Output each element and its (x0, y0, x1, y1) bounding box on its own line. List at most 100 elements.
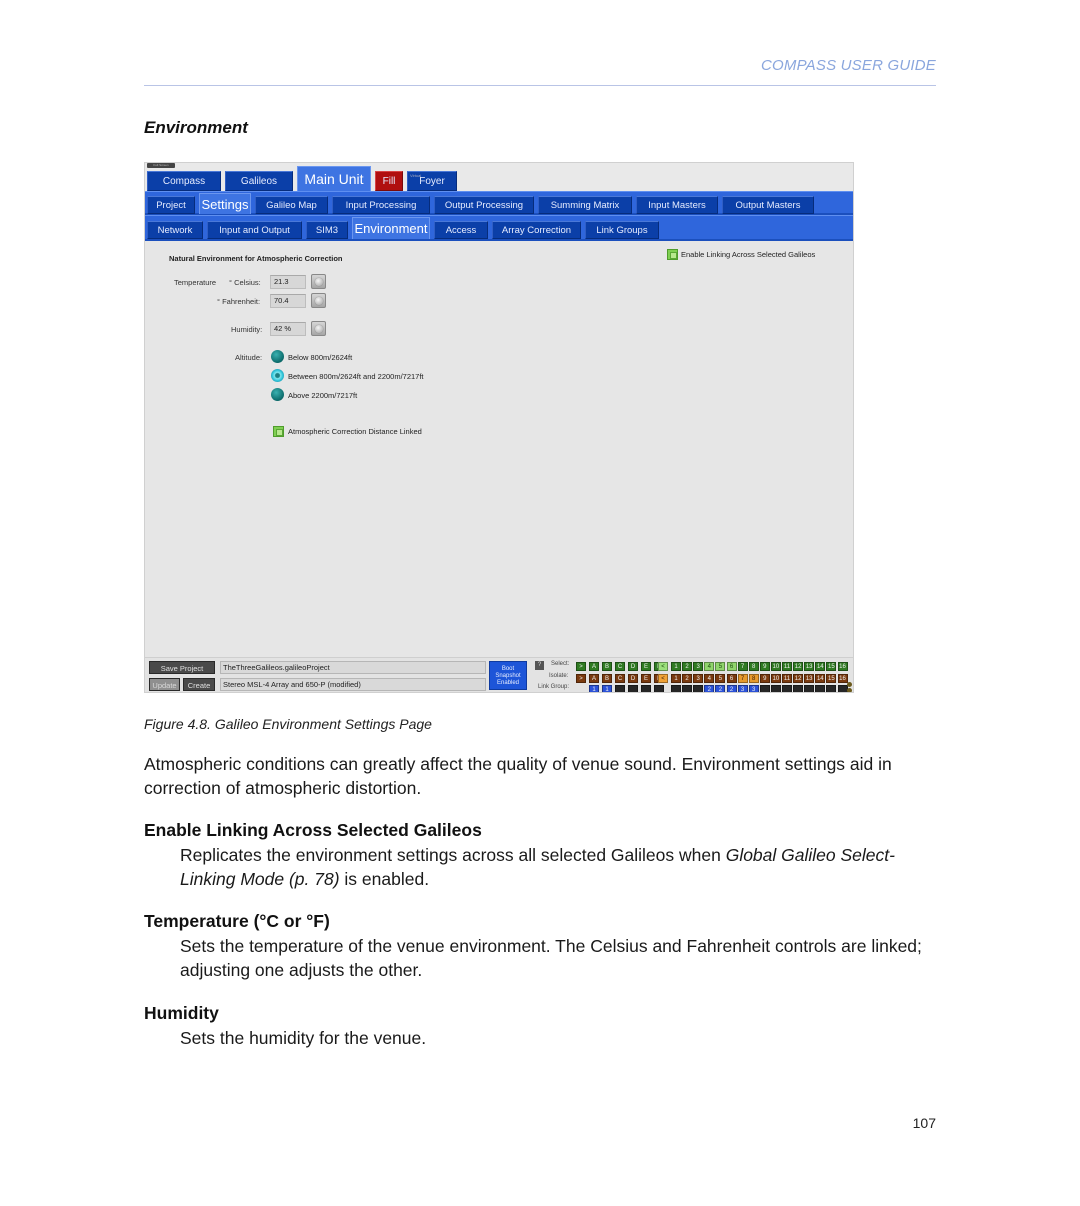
distance-linked-checkbox[interactable] (273, 426, 284, 437)
isolate-channel-10[interactable]: 10 (770, 674, 781, 683)
link-group-channel-2[interactable] (682, 685, 693, 692)
link-group-channel-7[interactable]: 3 (737, 685, 748, 692)
isolate-letters-next-button[interactable]: > (576, 674, 586, 683)
tab-foyer[interactable]: Virtual Foyer (407, 171, 457, 191)
link-group-channel-E[interactable] (641, 685, 651, 692)
tab-settings[interactable]: Settings (199, 193, 251, 214)
tab-sim3[interactable]: SIM3 (306, 221, 348, 239)
isolate-channel-6[interactable]: 6 (726, 674, 737, 683)
select-channel-16[interactable]: 16 (837, 662, 848, 671)
select-numbers-prev-button[interactable]: < (658, 662, 668, 671)
link-group-channel-10[interactable] (770, 685, 781, 692)
snapshot-name-field[interactable]: Stereo MSL-4 Array and 650-P (modified) (220, 678, 486, 691)
tab-link-groups[interactable]: Link Groups (585, 221, 659, 239)
project-file-field[interactable]: TheThreeGalileos.galileoProject (220, 661, 486, 674)
select-channel-4[interactable]: 4 (704, 662, 715, 671)
isolate-channel-A[interactable]: A (589, 674, 599, 683)
link-group-channel-B[interactable]: 1 (602, 685, 612, 692)
link-group-channel-1[interactable] (671, 685, 681, 692)
tab-access[interactable]: Access (434, 221, 488, 239)
link-group-channel-A[interactable]: 1 (589, 685, 599, 692)
select-channel-12[interactable]: 12 (793, 662, 804, 671)
select-channel-E[interactable]: E (641, 662, 651, 671)
select-channel-8[interactable]: 8 (748, 662, 759, 671)
select-channel-7[interactable]: 7 (737, 662, 748, 671)
tab-summing-matrix[interactable]: Summing Matrix (538, 196, 632, 214)
tab-output-processing[interactable]: Output Processing (434, 196, 534, 214)
isolate-channel-1[interactable]: 1 (671, 674, 681, 683)
isolate-channel-B[interactable]: B (602, 674, 612, 683)
isolate-channel-2[interactable]: 2 (682, 674, 693, 683)
select-channel-A[interactable]: A (589, 662, 599, 671)
link-group-channel-9[interactable] (759, 685, 770, 692)
link-group-channel-12[interactable] (793, 685, 804, 692)
create-button[interactable]: Create (183, 678, 215, 691)
link-group-channel-15[interactable] (826, 685, 837, 692)
select-channel-14[interactable]: 14 (815, 662, 826, 671)
isolate-channel-3[interactable]: 3 (693, 674, 704, 683)
link-group-channel-5[interactable]: 2 (715, 685, 726, 692)
select-channel-C[interactable]: C (615, 662, 625, 671)
select-channel-1[interactable]: 1 (671, 662, 681, 671)
isolate-channel-C[interactable]: C (615, 674, 625, 683)
select-channel-2[interactable]: 2 (682, 662, 693, 671)
tab-array-correction[interactable]: Array Correction (492, 221, 581, 239)
altitude-between-radio[interactable] (271, 369, 284, 382)
select-channel-11[interactable]: 11 (782, 662, 792, 671)
link-group-channel-4[interactable]: 2 (704, 685, 715, 692)
select-channel-9[interactable]: 9 (759, 662, 770, 671)
isolate-channel-7[interactable]: 7 (737, 674, 748, 683)
link-group-channel-F[interactable] (654, 685, 664, 692)
tab-galileos[interactable]: Galileos (225, 171, 293, 191)
isolate-channel-12[interactable]: 12 (793, 674, 804, 683)
tab-input-masters[interactable]: Input Masters (636, 196, 718, 214)
fahrenheit-knob[interactable] (311, 293, 326, 308)
select-channel-5[interactable]: 5 (715, 662, 726, 671)
tab-compass[interactable]: Compass (147, 171, 221, 191)
select-channel-15[interactable]: 15 (826, 662, 837, 671)
isolate-channel-13[interactable]: 13 (804, 674, 815, 683)
isolate-channel-E[interactable]: E (641, 674, 651, 683)
tab-input-processing[interactable]: Input Processing (332, 196, 430, 214)
tab-environment[interactable]: Environment (352, 217, 430, 239)
tab-project[interactable]: Project (147, 196, 195, 214)
update-button[interactable]: Update (149, 678, 180, 691)
isolate-channel-8[interactable]: 8 (748, 674, 759, 683)
select-channel-B[interactable]: B (602, 662, 612, 671)
select-channel-10[interactable]: 10 (770, 662, 781, 671)
select-letters-next-button[interactable]: > (576, 662, 586, 671)
tab-main-unit[interactable]: Main Unit (297, 166, 371, 191)
isolate-channel-16[interactable]: 16 (837, 674, 848, 683)
isolate-channel-9[interactable]: 9 (759, 674, 770, 683)
tab-network[interactable]: Network (147, 221, 203, 239)
link-group-channel-16[interactable] (837, 685, 848, 692)
link-group-channel-8[interactable]: 3 (748, 685, 759, 692)
tab-fill[interactable]: Fill (375, 171, 403, 191)
altitude-below-radio[interactable] (271, 350, 284, 363)
link-group-channel-D[interactable] (628, 685, 638, 692)
celsius-knob[interactable] (311, 274, 326, 289)
celsius-field[interactable]: 21.3 (270, 275, 306, 289)
select-channel-D[interactable]: D (628, 662, 638, 671)
isolate-channel-4[interactable]: 4 (704, 674, 715, 683)
isolate-channel-14[interactable]: 14 (815, 674, 826, 683)
isolate-channel-5[interactable]: 5 (715, 674, 726, 683)
tab-output-masters[interactable]: Output Masters (722, 196, 814, 214)
link-group-channel-C[interactable] (615, 685, 625, 692)
fahrenheit-field[interactable]: 70.4 (270, 294, 306, 308)
boot-snapshot-button[interactable]: Boot Snapshot Enabled (489, 661, 527, 690)
humidity-field[interactable]: 42 % (270, 322, 306, 336)
link-group-channel-3[interactable] (693, 685, 704, 692)
select-channel-13[interactable]: 13 (804, 662, 815, 671)
isolate-channel-D[interactable]: D (628, 674, 638, 683)
altitude-above-radio[interactable] (271, 388, 284, 401)
select-channel-6[interactable]: 6 (726, 662, 737, 671)
isolate-channel-15[interactable]: 15 (826, 674, 837, 683)
link-group-channel-6[interactable]: 2 (726, 685, 737, 692)
enable-linking-checkbox[interactable] (667, 249, 678, 260)
link-group-channel-14[interactable] (815, 685, 826, 692)
humidity-knob[interactable] (311, 321, 326, 336)
help-button[interactable]: ? (535, 661, 544, 670)
save-project-button[interactable]: Save Project (149, 661, 215, 674)
select-channel-3[interactable]: 3 (693, 662, 704, 671)
